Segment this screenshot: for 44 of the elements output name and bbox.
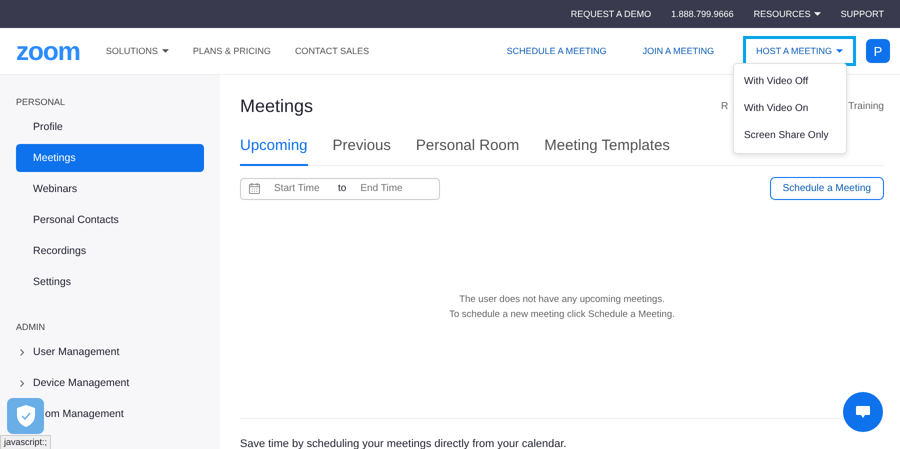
status-url: javascript:; — [0, 435, 52, 449]
empty-message: The user does not have any upcoming meetings. — [458, 293, 666, 307]
end-time-field[interactable]: End Time — [358, 182, 424, 195]
tab[interactable]: Personal Room — [416, 137, 520, 166]
nav-link[interactable]: CONTACT SALES — [294, 46, 370, 56]
sidebar-item[interactable]: Settings — [16, 268, 204, 296]
sidebar-item[interactable]: Meetings — [16, 144, 204, 172]
sidebar-item[interactable]: Profile — [16, 113, 204, 141]
top-link[interactable]: 1.888.799.9666 — [671, 9, 734, 19]
nav-action-link[interactable]: JOIN A MEETING — [636, 36, 722, 66]
date-range-picker[interactable]: Start Time to End Time — [240, 178, 440, 200]
sidebar-item[interactable]: om Management — [45, 400, 204, 428]
tab[interactable]: Meeting Templates — [544, 137, 670, 166]
start-time-field[interactable]: Start Time — [272, 182, 338, 195]
sidebar-item[interactable]: Personal Contacts — [16, 206, 204, 234]
sidebar-item[interactable]: Webinars — [16, 175, 204, 203]
menu-item[interactable]: With Video On — [734, 95, 846, 122]
schedule-meeting-button[interactable]: Schedule a Meeting — [770, 177, 884, 200]
nav-action-link[interactable]: SCHEDULE A MEETING — [500, 36, 614, 66]
avatar[interactable]: P — [866, 39, 890, 63]
nav-link[interactable]: PLANS & PRICING — [192, 46, 271, 56]
section-title: PERSONAL — [15, 97, 66, 109]
header-text: Training — [848, 100, 884, 112]
chat-icon — [855, 404, 871, 420]
empty-message: To schedule a new meeting click Schedule a Meeting. — [448, 308, 676, 322]
calendar-icon — [249, 183, 260, 194]
nav-link[interactable]: SOLUTIONS — [106, 46, 169, 56]
menu-item[interactable]: Screen Share Only — [734, 122, 846, 149]
page-title: Meetings — [240, 96, 314, 116]
sidebar-item[interactable]: Device Management — [16, 369, 204, 397]
sidebar-item[interactable]: Recordings — [16, 237, 204, 265]
tab[interactable]: Previous — [332, 137, 391, 166]
security-badge[interactable] — [7, 398, 44, 434]
shield-icon — [16, 404, 36, 428]
sidebar-item[interactable]: User Management — [16, 338, 204, 366]
top-link[interactable]: REQUEST A DEMO — [570, 9, 652, 19]
section-title: ADMIN — [15, 322, 46, 334]
chat-button[interactable] — [843, 392, 883, 432]
top-link[interactable]: RESOURCES — [754, 9, 821, 19]
header-text: R — [721, 100, 728, 112]
top-link[interactable]: SUPPORT — [840, 9, 884, 19]
menu-item[interactable]: With Video Off — [734, 68, 846, 95]
footer-text: Save time by scheduling your meetings directly from your calendar. — [240, 438, 568, 449]
tab[interactable]: Upcoming — [240, 137, 308, 166]
